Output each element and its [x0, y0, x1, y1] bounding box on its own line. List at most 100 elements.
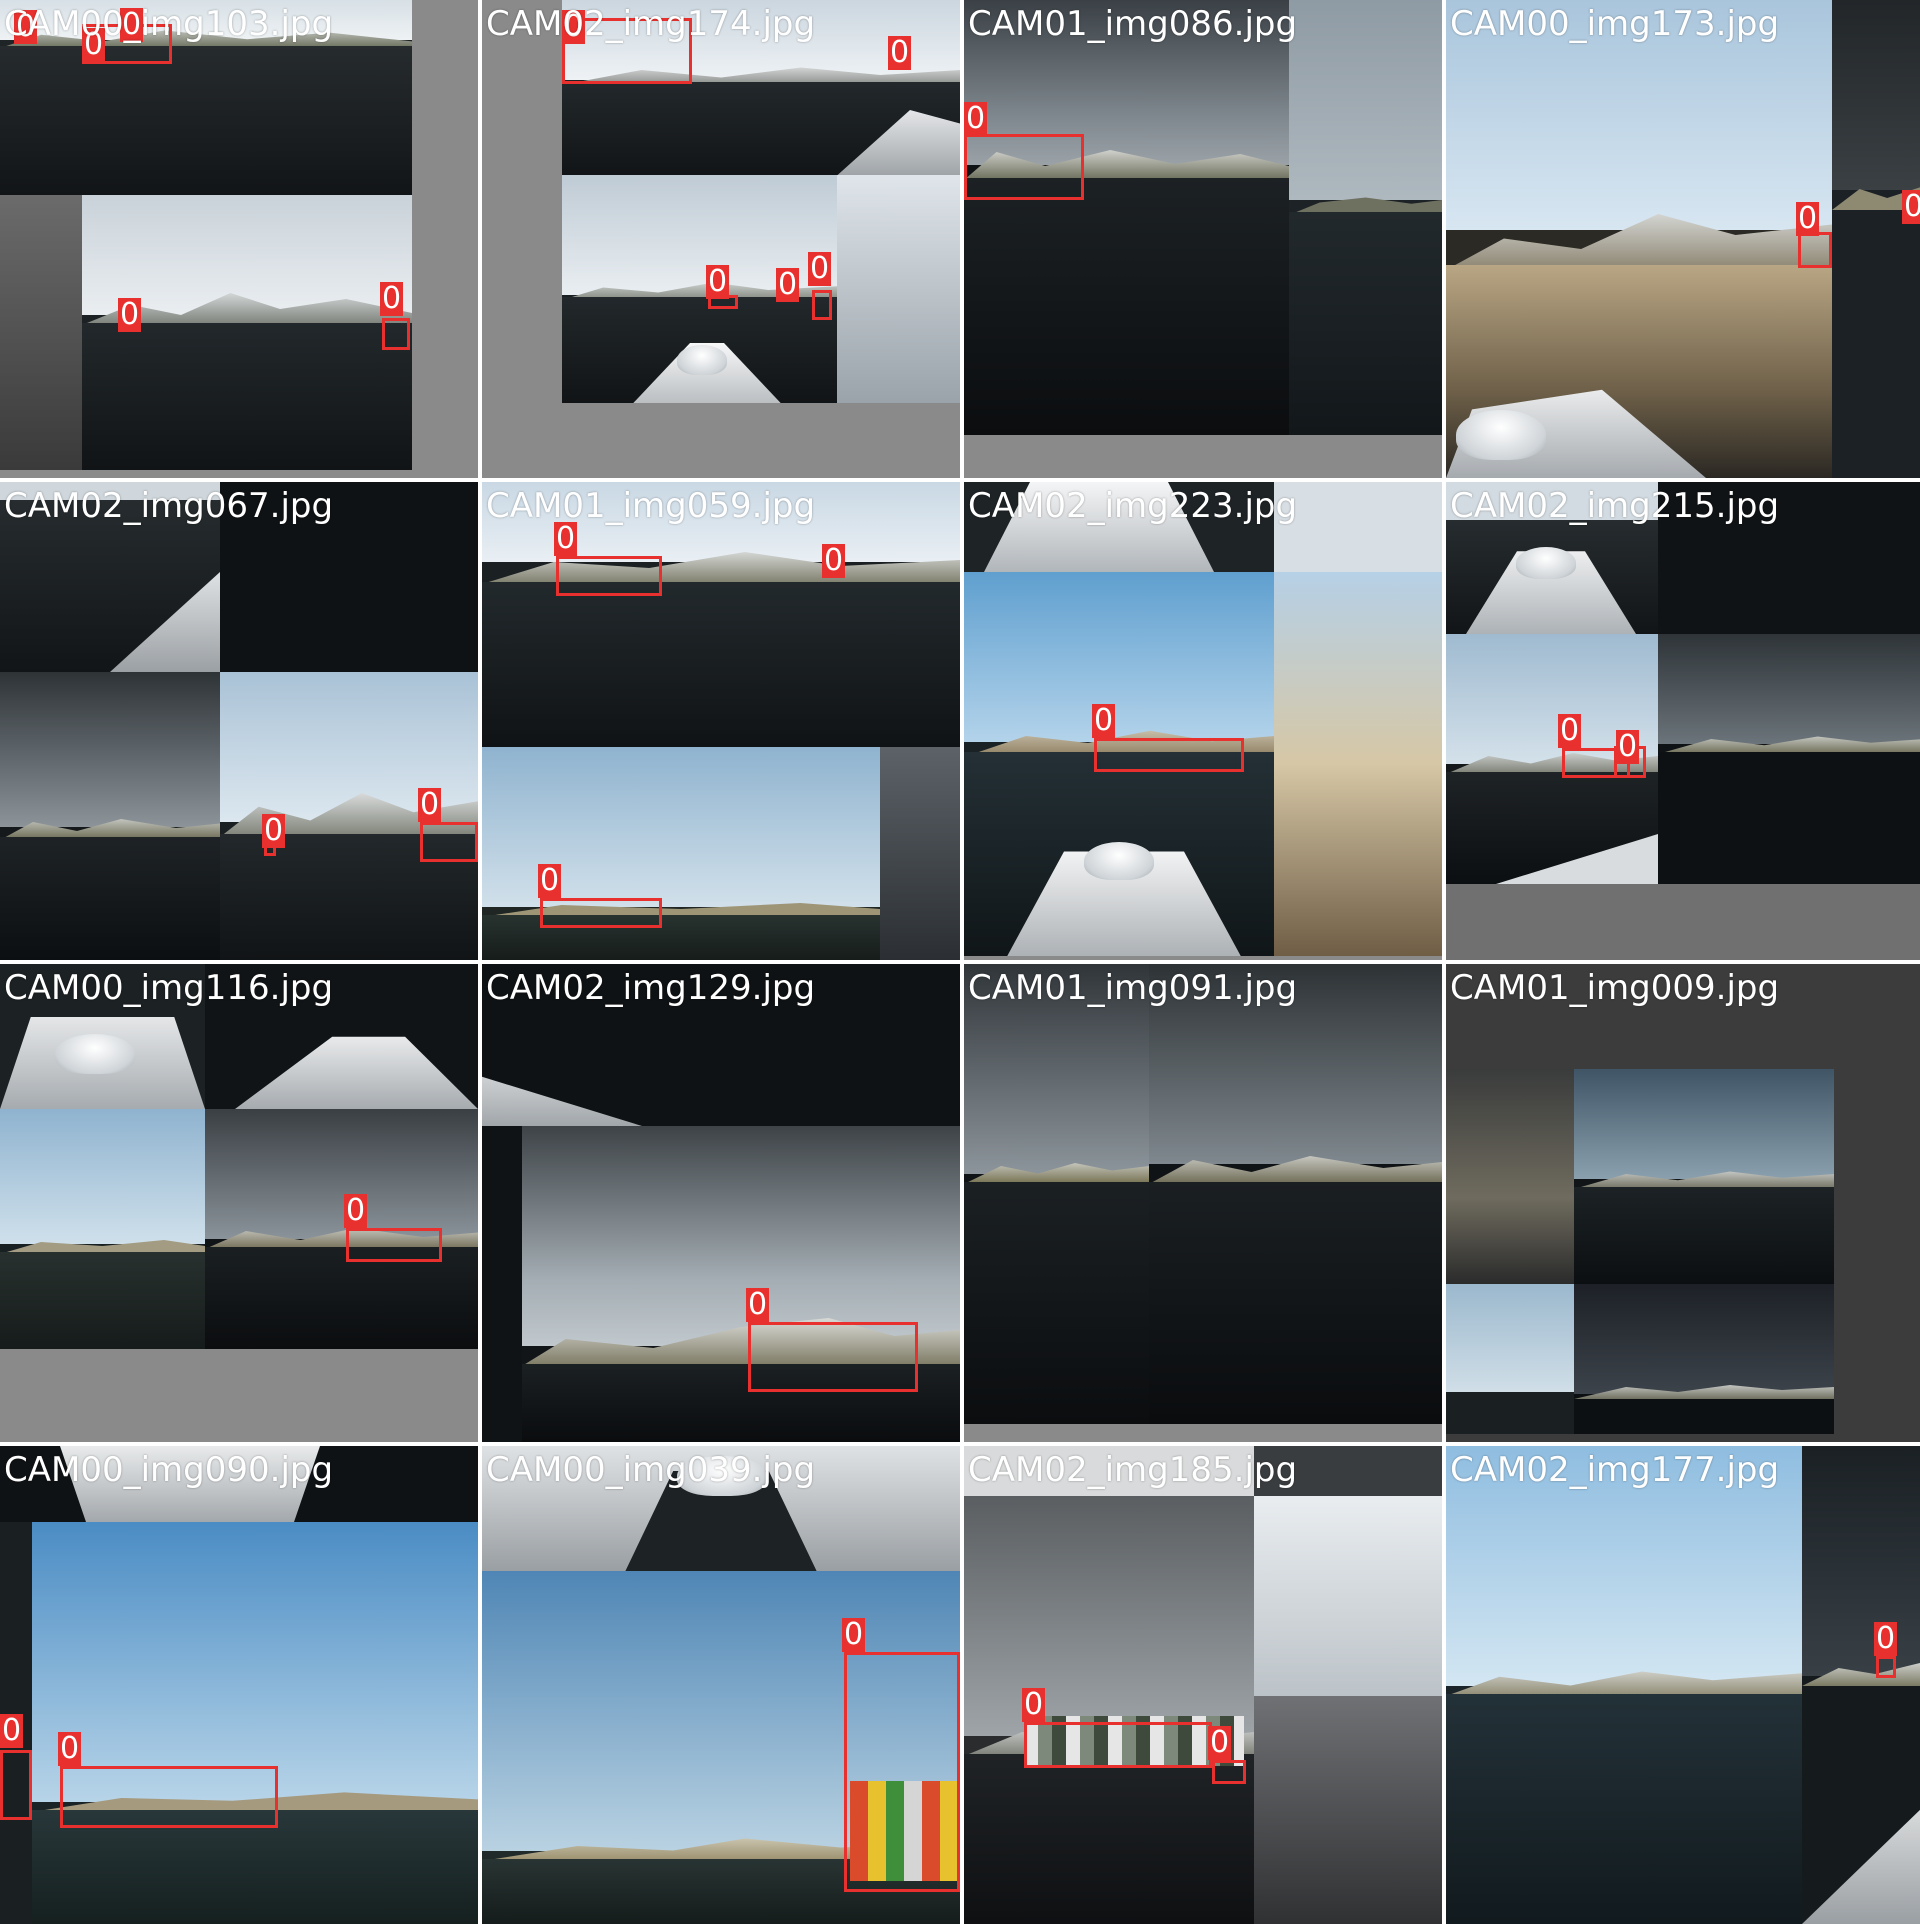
detection-box	[844, 1652, 960, 1892]
tile-filename: CAM01_img059.jpg	[486, 486, 816, 526]
tile-image-piece	[522, 1126, 960, 1442]
tile-filename: CAM02_img177.jpg	[1450, 1450, 1780, 1490]
class-tag: 0	[554, 521, 578, 556]
tile-image-piece	[1149, 964, 1442, 1424]
tile-filename: CAM00_img039.jpg	[486, 1450, 816, 1490]
tile-image-piece	[1254, 1496, 1442, 1696]
tile-image-piece	[1446, 1284, 1574, 1434]
tile-15: 0 CAM02_img177.jpg	[1446, 1446, 1920, 1924]
tile-image-piece	[1446, 1069, 1574, 1284]
tile-image-piece	[1446, 0, 1832, 478]
detection-box	[420, 822, 478, 862]
tile-4: 0 0 CAM02_img067.jpg	[0, 482, 478, 960]
tile-filename: CAM02_img223.jpg	[968, 486, 1298, 526]
class-tag: 0	[706, 264, 730, 299]
tile-image-piece	[964, 0, 1289, 435]
class-tag: 0	[1874, 1621, 1898, 1656]
detection-box	[748, 1322, 918, 1392]
tile-filename: CAM01_img086.jpg	[968, 4, 1298, 44]
tile-image-piece	[1274, 572, 1442, 956]
tile-6: 0 CAM02_img223.jpg	[964, 482, 1442, 960]
tile-2: 0 CAM01_img086.jpg	[964, 0, 1442, 478]
tile-filename: CAM01_img009.jpg	[1450, 968, 1780, 1008]
mosaic-grid: 0 0 0 0 0 CAM00_img103.jpg 0 0 0 0 0 CAM…	[0, 0, 1920, 1924]
class-tag: 0	[1616, 729, 1640, 764]
class-tag: 0	[776, 267, 800, 302]
detection-box	[1798, 232, 1832, 268]
class-tag: 0	[1092, 703, 1116, 738]
detection-box	[812, 290, 832, 320]
class-tag: 0	[0, 1713, 24, 1748]
tile-3: 0 0 CAM00_img173.jpg	[1446, 0, 1920, 478]
tile-13: 0 CAM00_img039.jpg	[482, 1446, 960, 1924]
tile-filename: CAM02_img174.jpg	[486, 4, 816, 44]
detection-box	[346, 1228, 442, 1262]
class-tag: 0	[1208, 1725, 1232, 1760]
tile-image-piece	[1832, 0, 1920, 478]
tile-filename: CAM01_img091.jpg	[968, 968, 1298, 1008]
tile-7: 0 0 CAM02_img215.jpg	[1446, 482, 1920, 960]
tile-filename: CAM00_img173.jpg	[1450, 4, 1780, 44]
detection-box	[382, 318, 410, 350]
tile-image-piece	[82, 195, 412, 470]
tile-image-piece	[482, 747, 880, 960]
tile-image-piece	[0, 1109, 205, 1349]
tile-filename: CAM00_img103.jpg	[4, 4, 334, 44]
tile-image-piece	[1274, 482, 1442, 572]
tile-0: 0 0 0 0 0 CAM00_img103.jpg	[0, 0, 478, 478]
tile-image-piece	[32, 1522, 478, 1924]
tile-image-piece	[1254, 1696, 1442, 1924]
tile-image-piece	[1446, 1446, 1802, 1924]
tile-image-piece	[1574, 1284, 1834, 1434]
detection-box	[1094, 738, 1244, 772]
tile-image-piece	[1289, 0, 1442, 435]
tile-9: 0 CAM02_img129.jpg	[482, 964, 960, 1442]
class-tag: 0	[344, 1193, 368, 1228]
tile-image-piece	[964, 964, 1149, 1424]
class-tag: 0	[842, 1617, 866, 1652]
tile-image-piece	[1574, 1069, 1834, 1284]
tile-filename: CAM02_img067.jpg	[4, 486, 334, 526]
tile-image-piece	[1658, 634, 1920, 884]
detection-box	[1212, 1760, 1246, 1784]
class-tag: 0	[380, 281, 404, 316]
class-tag: 0	[58, 1731, 82, 1766]
tile-image-piece	[880, 747, 960, 960]
tile-12: 0 0 CAM00_img090.jpg	[0, 1446, 478, 1924]
class-tag: 0	[1022, 1687, 1046, 1722]
tile-10: CAM01_img091.jpg	[964, 964, 1442, 1442]
tile-1: 0 0 0 0 0 CAM02_img174.jpg	[482, 0, 960, 478]
class-tag: 0	[262, 813, 286, 848]
tile-image-piece	[0, 195, 82, 470]
class-tag: 0	[822, 543, 846, 578]
detection-box	[964, 134, 1084, 200]
detection-box	[556, 556, 662, 596]
class-tag: 0	[964, 101, 988, 136]
class-tag: 0	[538, 863, 562, 898]
detection-box	[0, 1750, 32, 1820]
tile-filename: CAM02_img129.jpg	[486, 968, 816, 1008]
tile-image-piece	[1802, 1446, 1920, 1924]
detection-box	[60, 1766, 278, 1828]
class-tag: 0	[808, 251, 832, 286]
tile-11: CAM01_img009.jpg	[1446, 964, 1920, 1442]
class-tag: 0	[118, 297, 142, 332]
detection-box	[1024, 1722, 1212, 1768]
tile-filename: CAM00_img090.jpg	[4, 1450, 334, 1490]
tile-filename: CAM02_img185.jpg	[968, 1450, 1298, 1490]
class-tag: 0	[746, 1287, 770, 1322]
tile-image-piece	[482, 1126, 522, 1442]
tile-image-piece	[837, 175, 960, 403]
class-tag: 0	[1902, 190, 1920, 224]
tile-14: 0 0 CAM02_img185.jpg	[964, 1446, 1442, 1924]
detection-box	[540, 898, 662, 928]
tile-image-piece	[964, 1496, 1254, 1924]
tile-image-piece	[0, 672, 220, 960]
detection-box	[1876, 1656, 1896, 1678]
class-tag: 0	[888, 35, 912, 70]
class-tag: 0	[1796, 201, 1820, 236]
class-tag: 0	[1558, 713, 1582, 748]
tile-filename: CAM02_img215.jpg	[1450, 486, 1780, 526]
tile-8: 0 CAM00_img116.jpg	[0, 964, 478, 1442]
tile-filename: CAM00_img116.jpg	[4, 968, 334, 1008]
